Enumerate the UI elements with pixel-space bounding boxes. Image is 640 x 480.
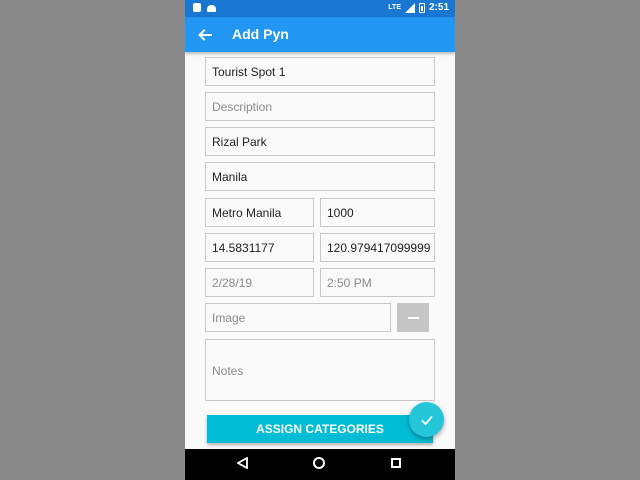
time-picker[interactable]: 2:50 PM [320, 268, 435, 297]
status-time: 2:51 [428, 2, 449, 13]
phone-screen: LTE 2:51 Add Pyn Tourist Spot 1 Descript… [185, 0, 455, 480]
date-picker[interactable]: 2/28/19 [205, 268, 314, 297]
navigation-bar [185, 449, 455, 480]
page-title: Add Pyn [232, 26, 289, 42]
arrow-back-icon [198, 29, 212, 41]
android-icon [207, 5, 216, 12]
recents-square-icon[interactable] [391, 458, 401, 468]
remove-image-button[interactable] [397, 303, 429, 332]
minus-icon [407, 316, 419, 319]
description-field[interactable]: Description [205, 92, 435, 121]
signal-label: LTE [388, 4, 401, 11]
pyn-form: Tourist Spot 1 Description Rizal Park Ma… [185, 52, 455, 449]
latitude-field[interactable]: 14.5831177 [205, 233, 314, 262]
region-field[interactable]: Metro Manila [205, 198, 314, 227]
back-button[interactable] [193, 23, 217, 47]
zip-field[interactable]: 1000 [320, 198, 435, 227]
app-bar: Add Pyn [185, 17, 455, 52]
check-icon [420, 415, 433, 425]
address-field[interactable]: Rizal Park [205, 127, 435, 156]
save-fab-button[interactable] [409, 402, 444, 437]
notes-field[interactable]: Notes [205, 339, 435, 401]
longitude-field[interactable]: 120.979417099999 [320, 233, 435, 262]
assign-categories-button[interactable]: ASSIGN CATEGORIES [207, 415, 433, 443]
battery-icon [418, 2, 425, 13]
signal-icon [404, 2, 415, 13]
name-field[interactable]: Tourist Spot 1 [205, 57, 435, 86]
sd-card-icon [193, 3, 201, 12]
back-triangle-icon[interactable] [237, 457, 248, 469]
home-circle-icon[interactable] [313, 457, 325, 469]
status-bar: LTE 2:51 [185, 0, 455, 17]
image-field[interactable]: Image [205, 303, 391, 332]
city-field[interactable]: Manila [205, 162, 435, 191]
